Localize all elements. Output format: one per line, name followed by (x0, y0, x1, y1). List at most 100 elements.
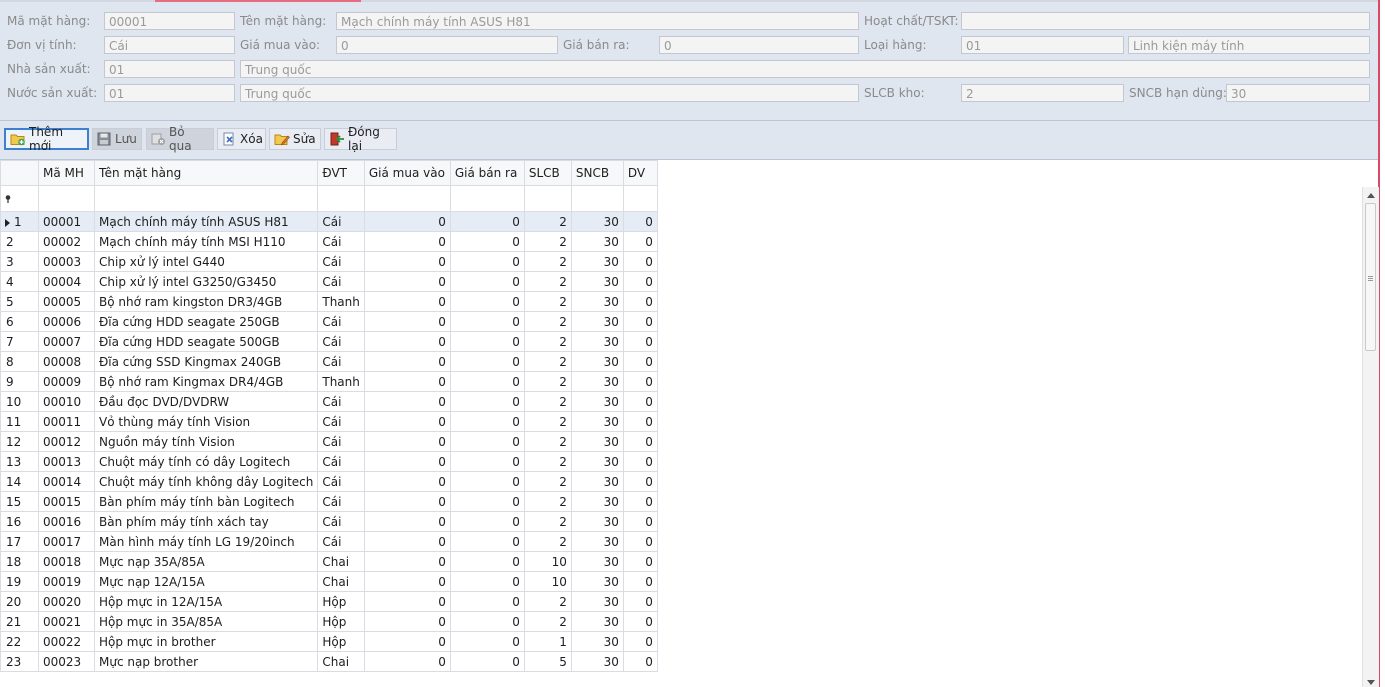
row-number-cell[interactable]: 14 (0, 471, 39, 492)
bo-qua-button[interactable]: Bỏ qua (146, 125, 214, 153)
table-cell[interactable]: 30 (570, 351, 624, 372)
luu-button[interactable]: Lưu (92, 128, 142, 150)
table-cell[interactable]: 0 (449, 471, 525, 492)
row-number-cell[interactable]: 1 (0, 211, 39, 232)
table-cell[interactable]: 00020 (38, 591, 95, 612)
table-cell[interactable]: Cái (317, 491, 365, 512)
them-moi-button[interactable]: Thêm mới (4, 125, 89, 153)
don-vi-tinh-field[interactable]: Cái (104, 36, 235, 54)
table-cell[interactable]: 0 (449, 331, 525, 352)
table-cell[interactable]: 0 (449, 631, 525, 652)
table-cell[interactable]: 0 (449, 511, 525, 532)
table-cell[interactable]: 30 (570, 231, 624, 252)
table-cell[interactable]: 0 (622, 371, 658, 392)
table-cell[interactable]: 2 (523, 331, 572, 352)
table-cell[interactable]: 00004 (38, 271, 95, 292)
table-cell[interactable]: Màn hình máy tính LG 19/20inch (93, 531, 319, 552)
table-cell[interactable]: 0 (363, 491, 451, 512)
table-cell[interactable]: 0 (449, 531, 525, 552)
table-cell[interactable]: 0 (449, 211, 525, 232)
row-number-cell[interactable]: 4 (0, 271, 39, 292)
filter-cell[interactable] (363, 185, 451, 212)
table-cell[interactable]: 2 (523, 491, 572, 512)
table-cell[interactable]: 00021 (38, 611, 95, 632)
table-cell[interactable]: Hộp mực in 12A/15A (93, 591, 319, 612)
table-cell[interactable]: 0 (622, 351, 658, 372)
sncb-han-dung-field[interactable]: 30 (1226, 84, 1370, 102)
table-row[interactable]: 10 00010 Đầu đọc DVD/DVDRW Cái 0 0 2 30 0 (0, 391, 658, 412)
table-row[interactable]: 4 00004 Chip xử lý intel G3250/G3450 Cái 0 0 2… (0, 271, 658, 292)
table-cell[interactable]: 2 (523, 271, 572, 292)
table-cell[interactable]: 0 (363, 591, 451, 612)
table-cell[interactable]: Chai (317, 571, 365, 592)
row-number-cell[interactable]: 7 (0, 331, 39, 352)
table-cell[interactable]: 0 (363, 571, 451, 592)
table-row[interactable]: 3 00003 Chip xử lý intel G440 Cái 0 0 2 30 0 (0, 251, 658, 272)
table-cell[interactable]: 00018 (38, 551, 95, 572)
table-cell[interactable]: Chuột máy tính có dây Logitech (93, 451, 319, 472)
table-cell[interactable]: 30 (570, 391, 624, 412)
table-cell[interactable]: 0 (363, 431, 451, 452)
table-cell[interactable]: 00005 (38, 291, 95, 312)
table-cell[interactable]: 0 (622, 511, 658, 532)
table-cell[interactable]: 0 (449, 571, 525, 592)
table-cell[interactable]: 0 (449, 491, 525, 512)
table-row[interactable]: 5 00005 Bộ nhớ ram kingston DR3/4GB Thanh 0 0… (0, 291, 658, 312)
table-row[interactable]: 6 00006 Đĩa cứng HDD seagate 250GB Cái 0 0 2 30… (0, 311, 658, 332)
table-cell[interactable]: 0 (449, 351, 525, 372)
table-cell[interactable]: 0 (622, 451, 658, 472)
table-cell[interactable]: 00022 (38, 631, 95, 652)
nuoc-san-xuat-code-field[interactable]: 01 (104, 84, 235, 102)
table-row[interactable]: 17 00017 Màn hình máy tính LG 19/20inch Cái… (0, 531, 658, 552)
table-cell[interactable]: 2 (523, 291, 572, 312)
table-cell[interactable]: 00023 (38, 651, 95, 672)
table-cell[interactable]: 2 (523, 411, 572, 432)
table-cell[interactable]: 0 (622, 311, 658, 332)
hoat-chat-field[interactable] (961, 12, 1370, 30)
column-header-slcb[interactable]: SLCB (523, 160, 572, 186)
table-cell[interactable]: 0 (449, 231, 525, 252)
table-cell[interactable]: Cái (317, 531, 365, 552)
table-cell[interactable]: 0 (622, 251, 658, 272)
table-cell[interactable]: 30 (570, 631, 624, 652)
scroll-up-arrow-icon[interactable] (1367, 193, 1375, 198)
table-cell[interactable]: Chip xử lý intel G440 (93, 251, 319, 272)
table-cell[interactable]: 0 (449, 311, 525, 332)
table-cell[interactable]: Cái (317, 311, 365, 332)
table-cell[interactable]: Bàn phím máy tính bàn Logitech (93, 491, 319, 512)
table-cell[interactable]: 0 (449, 371, 525, 392)
table-cell[interactable]: Cái (317, 271, 365, 292)
table-row[interactable]: 14 00014 Chuột máy tính không dây Logitech… (0, 471, 658, 492)
table-cell[interactable]: 00014 (38, 471, 95, 492)
table-cell[interactable]: 0 (449, 431, 525, 452)
table-cell[interactable]: 0 (363, 511, 451, 532)
table-cell[interactable]: 0 (622, 631, 658, 652)
table-cell[interactable]: 00013 (38, 451, 95, 472)
table-row[interactable]: 1 00001 Mạch chính máy tính ASUS H81 Cái 0 0 2… (0, 211, 658, 232)
table-cell[interactable]: 00001 (38, 211, 95, 232)
table-cell[interactable]: Hộp (317, 591, 365, 612)
table-cell[interactable]: 2 (523, 311, 572, 332)
table-cell[interactable]: 2 (523, 471, 572, 492)
table-cell[interactable]: 2 (523, 371, 572, 392)
table-row[interactable]: 9 00009 Bộ nhớ ram Kingmax DR4/4GB Thanh 0 0 2… (0, 371, 658, 392)
row-number-cell[interactable]: 18 (0, 551, 39, 572)
filter-cell[interactable] (523, 185, 572, 212)
table-cell[interactable]: 10 (523, 551, 572, 572)
table-cell[interactable]: 0 (449, 391, 525, 412)
table-cell[interactable]: Đầu đọc DVD/DVDRW (93, 391, 319, 412)
table-row[interactable]: 2 00002 Mạch chính máy tính MSI H110 Cái 0 0 2… (0, 231, 658, 252)
table-cell[interactable]: 2 (523, 251, 572, 272)
table-cell[interactable]: 00003 (38, 251, 95, 272)
column-header-dvt[interactable]: ĐVT (317, 160, 365, 186)
table-cell[interactable]: 30 (570, 551, 624, 572)
table-row[interactable]: 8 00008 Đĩa cứng SSD Kingmax 240GB Cái 0 0 2 30… (0, 351, 658, 372)
table-cell[interactable]: 0 (363, 451, 451, 472)
table-cell[interactable]: Đĩa cứng HDD seagate 250GB (93, 311, 319, 332)
table-row[interactable]: 7 00007 Đĩa cứng HDD seagate 500GB Cái 0 0 2 30… (0, 331, 658, 352)
table-cell[interactable]: Cái (317, 331, 365, 352)
row-number-cell[interactable]: 9 (0, 371, 39, 392)
table-cell[interactable]: Hộp (317, 631, 365, 652)
scrollbar-thumb[interactable] (1365, 203, 1376, 351)
filter-cell[interactable] (317, 185, 365, 212)
